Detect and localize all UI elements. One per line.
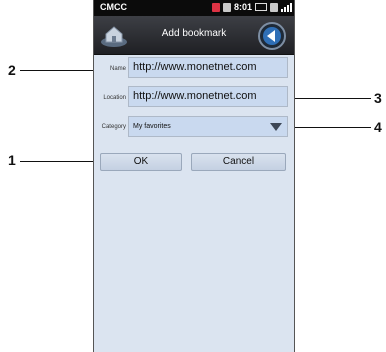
category-label: Category — [101, 124, 126, 130]
battery-icon — [255, 3, 268, 11]
category-select[interactable]: My favorites — [128, 116, 288, 137]
callout-3: 3 — [374, 90, 382, 106]
name-label: Name — [109, 66, 126, 72]
notification-icon — [212, 2, 220, 12]
carrier-name: CMCC — [100, 2, 127, 12]
sim-icon — [270, 2, 279, 12]
callout-1-line — [20, 161, 98, 162]
callout-3-line — [289, 98, 371, 99]
status-icons: 8:01 — [212, 2, 293, 12]
callout-2: 2 — [8, 62, 16, 78]
back-arrow-icon[interactable] — [257, 21, 287, 51]
title-bar: Add bookmark — [94, 16, 294, 55]
phone-screen: CMCC 8:01 Add bookmark Name http://www.m… — [93, 0, 295, 352]
location-label: Location — [103, 95, 126, 101]
name-field[interactable]: http://www.monetnet.com — [128, 57, 288, 78]
status-bar: CMCC 8:01 — [94, 0, 294, 16]
cancel-button[interactable]: Cancel — [191, 153, 286, 171]
ok-button[interactable]: OK — [100, 153, 182, 171]
callout-1: 1 — [8, 152, 16, 168]
network-icon — [223, 2, 231, 12]
dropdown-arrow-icon[interactable] — [269, 120, 283, 133]
category-value: My favorites — [133, 123, 171, 130]
callout-4: 4 — [374, 119, 382, 135]
callout-2-line — [20, 70, 98, 71]
location-field[interactable]: http://www.monetnet.com — [128, 86, 288, 107]
status-time: 8:01 — [234, 2, 253, 12]
callout-4-line — [289, 127, 371, 128]
signal-icon — [281, 2, 293, 12]
